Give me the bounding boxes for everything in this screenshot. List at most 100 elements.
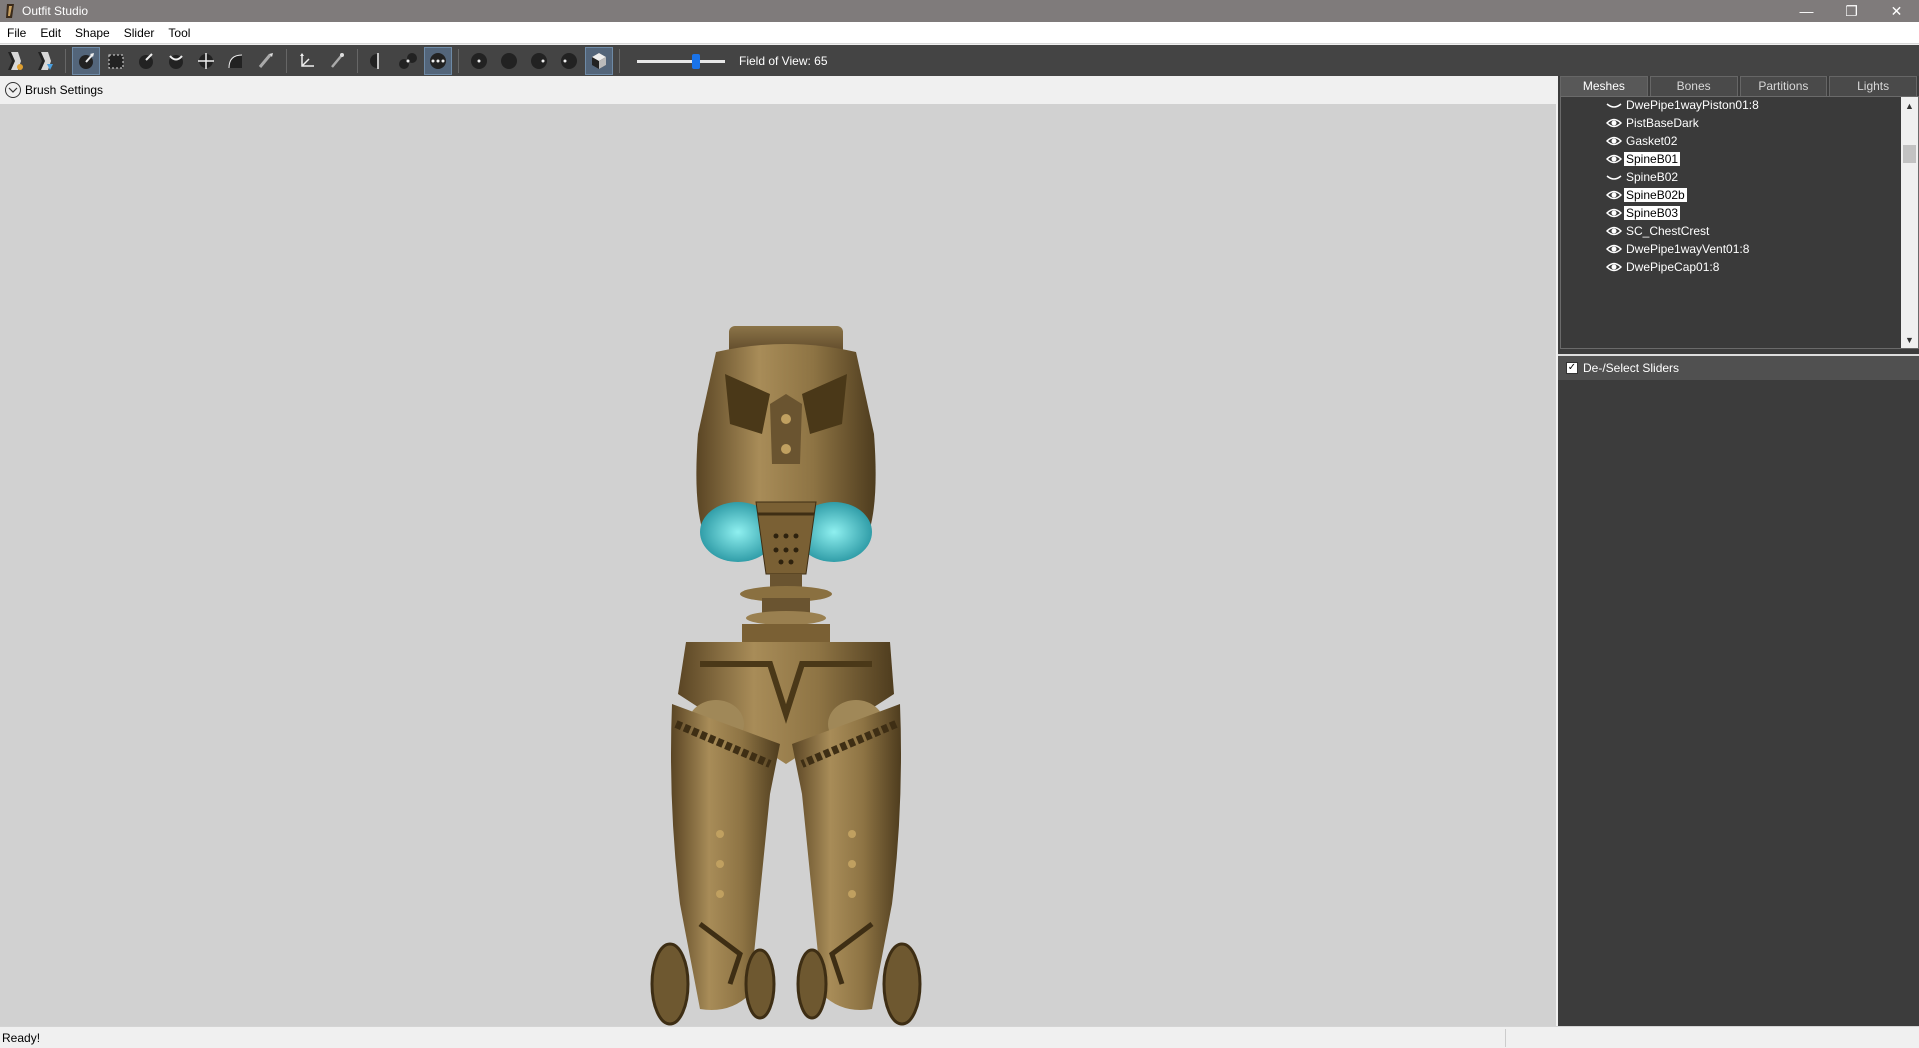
minimize-icon: —: [1799, 3, 1814, 19]
eye-open-icon[interactable]: [1606, 135, 1622, 147]
fov-slider-track: [637, 59, 725, 63]
eye-open-icon[interactable]: [1606, 243, 1622, 255]
menu-file[interactable]: File: [0, 22, 33, 44]
mesh-name[interactable]: Gasket02: [1624, 134, 1679, 148]
view-left-button[interactable]: [525, 47, 553, 75]
mesh-row[interactable]: SpineB03: [1606, 204, 1681, 222]
menu-bar: File Edit Shape Slider Tool: [0, 22, 1919, 44]
mesh-name[interactable]: SpineB02: [1624, 170, 1680, 184]
mesh-row[interactable]: Gasket02: [1606, 132, 1679, 150]
mesh-row[interactable]: DwePipe1wayPiston01:8: [1606, 97, 1761, 114]
mesh-name[interactable]: PistBaseDark: [1624, 116, 1701, 130]
app-icon: [6, 4, 14, 18]
panel-tabs: Meshes Bones Partitions Lights: [1560, 76, 1919, 96]
mask-brush-button[interactable]: [102, 47, 130, 75]
eye-open-icon[interactable]: [1606, 117, 1622, 129]
toolbar: Field of View: 65: [0, 45, 1919, 76]
status-divider: [1505, 1029, 1506, 1047]
fov-slider[interactable]: [637, 51, 725, 71]
menu-slider[interactable]: Slider: [117, 22, 162, 44]
mesh-name[interactable]: SpineB03: [1624, 206, 1681, 220]
weight-brush-button[interactable]: [252, 47, 280, 75]
mesh-row[interactable]: SpineB02b: [1606, 186, 1687, 204]
select-sliders-label: De-/Select Sliders: [1583, 361, 1680, 375]
select-brush-button[interactable]: [72, 46, 100, 75]
chevron-down-icon: ▼: [1905, 334, 1914, 345]
mirror-button[interactable]: [364, 47, 392, 75]
model-head: [696, 326, 876, 575]
eye-open-icon[interactable]: [1606, 261, 1622, 273]
eye-closed-icon[interactable]: [1606, 171, 1622, 183]
toolbar-separator: [357, 48, 358, 73]
view-left-icon: [531, 52, 547, 69]
wireframe-toggle-button[interactable]: [585, 46, 613, 75]
save-project-button[interactable]: [1, 47, 29, 75]
mesh-name[interactable]: DwePipe1wayVent01:8: [1624, 242, 1751, 256]
scroll-thumb[interactable]: [1903, 145, 1916, 163]
deflate-brush-button[interactable]: [162, 47, 190, 75]
eye-closed-icon[interactable]: [1606, 99, 1622, 111]
tab-lights[interactable]: Lights: [1829, 76, 1917, 96]
eye-open-icon[interactable]: [1606, 225, 1622, 237]
mesh-name[interactable]: SC_ChestCrest: [1624, 224, 1711, 238]
view-right-button[interactable]: [555, 47, 583, 75]
eye-open-icon[interactable]: [1606, 189, 1622, 201]
move-brush-icon: [198, 52, 214, 69]
move-brush-button[interactable]: [192, 47, 220, 75]
close-icon: ✕: [1890, 2, 1903, 19]
mesh-row[interactable]: SpineB01: [1606, 150, 1681, 168]
tab-meshes[interactable]: Meshes: [1560, 76, 1648, 96]
restore-icon: ❐: [1845, 2, 1858, 19]
mesh-list[interactable]: DwePipeCap01:8 DwePipe1wayVent01:8 SC_Ches…: [1560, 96, 1919, 349]
scroll-up-button[interactable]: ▲: [1901, 97, 1918, 114]
smooth-brush-button[interactable]: [222, 47, 250, 75]
tab-partitions[interactable]: Partitions: [1739, 76, 1828, 96]
mesh-row[interactable]: DwePipe1wayVent01:8: [1606, 240, 1751, 258]
title-bar: Outfit Studio — ❐ ✕: [0, 0, 1919, 22]
dwemer-model: [650, 326, 922, 1026]
toolbar-separator: [65, 48, 66, 73]
status-bar: Ready!: [0, 1026, 1919, 1048]
fov-label: Field of View: 65: [739, 53, 828, 68]
view-back-button[interactable]: [495, 47, 523, 75]
tab-bones[interactable]: Bones: [1649, 76, 1738, 96]
connected-button[interactable]: [394, 47, 422, 75]
close-button[interactable]: ✕: [1874, 0, 1919, 22]
select-sliders-checkbox[interactable]: ✓: [1566, 362, 1578, 374]
mesh-list-scrollbar[interactable]: ▲ ▼: [1901, 97, 1918, 348]
mesh-row[interactable]: DwePipeCap01:8: [1606, 258, 1721, 276]
deflate-brush-icon: [169, 54, 183, 69]
status-text: Ready!: [2, 1030, 41, 1045]
minimize-button[interactable]: —: [1784, 0, 1829, 22]
pivot-button[interactable]: [323, 47, 351, 75]
brush-settings-toggle[interactable]: [5, 82, 21, 98]
load-project-button[interactable]: [31, 47, 59, 75]
mesh-row[interactable]: PistBaseDark: [1606, 114, 1701, 132]
symmetry-button[interactable]: [424, 46, 452, 75]
scroll-down-button[interactable]: ▼: [1901, 331, 1918, 348]
mesh-name[interactable]: DwePipeCap01:8: [1624, 260, 1721, 274]
mask-brush-icon: [108, 54, 124, 68]
menu-edit[interactable]: Edit: [33, 22, 68, 44]
menu-shape[interactable]: Shape: [68, 22, 117, 44]
fov-slider-thumb[interactable]: [692, 53, 700, 69]
chevron-up-icon: ▲: [1905, 100, 1914, 111]
transform-button[interactable]: [293, 47, 321, 75]
view-front-button[interactable]: [465, 47, 493, 75]
mesh-name[interactable]: SpineB02b: [1624, 188, 1687, 202]
window-title: Outfit Studio: [22, 4, 89, 18]
restore-button[interactable]: ❐: [1829, 0, 1874, 22]
menu-tool[interactable]: Tool: [161, 22, 197, 44]
select-brush-icon: [79, 52, 94, 69]
mesh-name[interactable]: SpineB01: [1624, 152, 1681, 166]
save-project-icon: [8, 51, 23, 70]
sliders-header: ✓ De-/Select Sliders: [1558, 354, 1919, 380]
mesh-row[interactable]: SpineB02: [1606, 168, 1680, 186]
brush-settings-label: Brush Settings: [25, 83, 104, 97]
eye-open-icon[interactable]: [1606, 153, 1622, 165]
inflate-brush-button[interactable]: [132, 47, 160, 75]
mesh-name[interactable]: DwePipe1wayPiston01:8: [1624, 98, 1761, 112]
mesh-row[interactable]: SC_ChestCrest: [1606, 222, 1711, 240]
eye-open-icon[interactable]: [1606, 207, 1622, 219]
3d-viewport[interactable]: [0, 104, 1556, 1026]
